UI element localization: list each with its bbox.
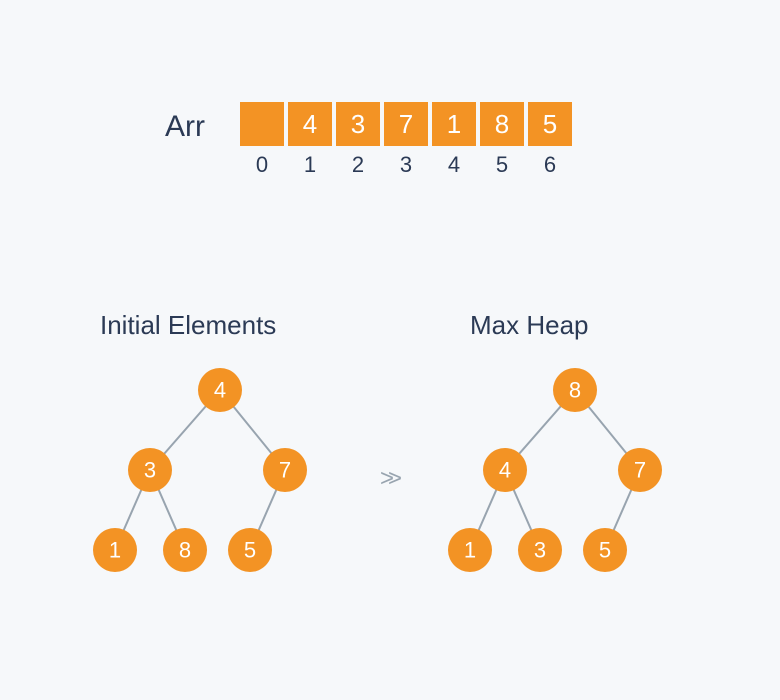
array-cell-3: 7 (384, 102, 428, 146)
tree-node-value: 4 (214, 378, 226, 403)
index-cell-3: 3 (384, 152, 428, 178)
tree-node-value: 1 (464, 538, 476, 563)
tree-node-value: 7 (634, 458, 646, 483)
max-heap-tree: 8 4 7 1 3 5 (425, 350, 705, 610)
index-cell-2: 2 (336, 152, 380, 178)
index-cell-5: 5 (480, 152, 524, 178)
array-cell-0 (240, 102, 284, 146)
tree-node-value: 4 (499, 458, 511, 483)
tree-node-value: 8 (569, 378, 581, 403)
array-cell-2: 3 (336, 102, 380, 146)
tree-node-value: 7 (279, 458, 291, 483)
index-cell-6: 6 (528, 152, 572, 178)
array-row: 4 3 7 1 8 5 (240, 102, 572, 146)
array-label: Arr (165, 110, 205, 144)
tree-node-value: 3 (534, 538, 546, 563)
max-heap-title: Max Heap (470, 310, 589, 341)
array-cell-5: 8 (480, 102, 524, 146)
tree-node-value: 5 (599, 538, 611, 563)
tree-node-value: 8 (179, 538, 191, 563)
array-cell-1: 4 (288, 102, 332, 146)
tree-node-value: 3 (144, 458, 156, 483)
index-row: 0 1 2 3 4 5 6 (240, 152, 572, 178)
index-cell-4: 4 (432, 152, 476, 178)
initial-tree: 4 3 7 1 8 5 (70, 350, 350, 610)
array-cell-4: 1 (432, 102, 476, 146)
tree-node-value: 5 (244, 538, 256, 563)
initial-elements-title: Initial Elements (100, 310, 276, 341)
index-cell-0: 0 (240, 152, 284, 178)
index-cell-1: 1 (288, 152, 332, 178)
array-cell-6: 5 (528, 102, 572, 146)
tree-node-value: 1 (109, 538, 121, 563)
arrow-icon: >> (380, 465, 396, 493)
